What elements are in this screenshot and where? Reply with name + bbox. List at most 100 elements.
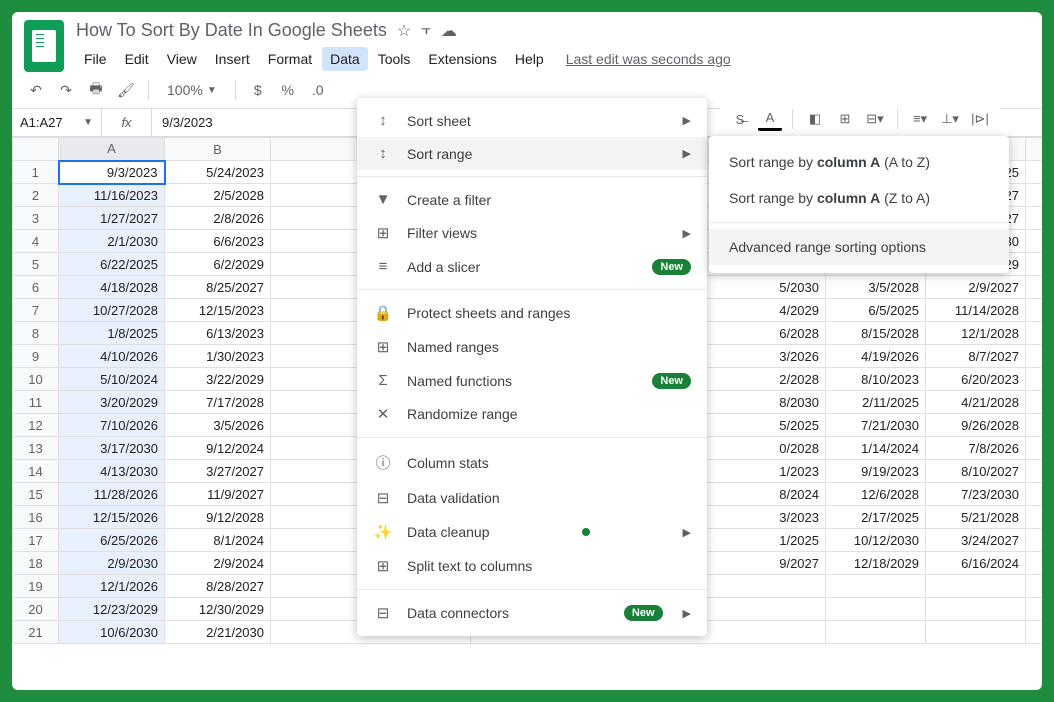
menu-item-create-a-filter[interactable]: ▼Create a filter <box>357 183 707 216</box>
cell[interactable]: 7/17/2028 <box>165 391 271 414</box>
cell[interactable]: 6/5/2025 <box>826 299 926 322</box>
cell[interactable]: 4/18/2028 <box>59 276 165 299</box>
cell[interactable]: 2/11/2025 <box>826 391 926 414</box>
undo-button[interactable]: ↶ <box>24 78 48 102</box>
menu-item-randomize-range[interactable]: ✕Randomize range <box>357 397 707 431</box>
cell[interactable]: 10/6/2030 <box>59 621 165 644</box>
cell[interactable]: 6/2/2029 <box>165 253 271 276</box>
cell[interactable]: 8/10/2027 <box>926 460 1026 483</box>
cell[interactable]: 12/23/2029 <box>59 598 165 621</box>
row-header[interactable]: 2 <box>13 184 59 207</box>
cell[interactable]: 3/1 <box>1026 276 1043 299</box>
menu-item-data-validation[interactable]: ⊟Data validation <box>357 481 707 515</box>
cell[interactable]: 2/9/2030 <box>59 552 165 575</box>
row-header[interactable]: 13 <box>13 437 59 460</box>
sort-range-az[interactable]: Sort range by column A (A to Z) <box>709 144 1009 180</box>
cell[interactable]: 3/22/2029 <box>165 368 271 391</box>
borders-button[interactable]: ⊞ <box>833 107 857 131</box>
cell[interactable]: 11/9/2027 <box>165 483 271 506</box>
cell[interactable]: 2/17/2025 <box>826 506 926 529</box>
cell[interactable]: 9/3/2023 <box>59 161 165 184</box>
cell[interactable]: 2/9/2027 <box>926 276 1026 299</box>
menu-tools[interactable]: Tools <box>370 47 419 71</box>
menu-insert[interactable]: Insert <box>207 47 258 71</box>
cell[interactable]: 2/1/2030 <box>59 230 165 253</box>
cell[interactable]: 1/27/2027 <box>59 207 165 230</box>
cell[interactable]: 5/2 <box>1026 253 1043 276</box>
cell[interactable]: 10/12/2030 <box>826 529 926 552</box>
menu-item-add-a-slicer[interactable]: ≡Add a slicerNew <box>357 250 707 283</box>
menu-item-split-text-to-columns[interactable]: ⊞Split text to columns <box>357 549 707 583</box>
cell[interactable]: 9/19/2023 <box>826 460 926 483</box>
row-header[interactable]: 17 <box>13 529 59 552</box>
cell[interactable]: 4/1 <box>1026 460 1043 483</box>
row-header[interactable]: 18 <box>13 552 59 575</box>
cell[interactable]: 7/10/2026 <box>59 414 165 437</box>
menu-edit[interactable]: Edit <box>117 47 157 71</box>
decimal-button[interactable]: .0 <box>306 78 330 102</box>
cell[interactable]: 8/28/2027 <box>165 575 271 598</box>
cell[interactable]: 4/19/2026 <box>826 345 926 368</box>
cell[interactable]: 5/10/2024 <box>59 368 165 391</box>
row-header[interactable]: 9 <box>13 345 59 368</box>
name-box[interactable]: A1:A27▼ <box>12 109 102 136</box>
cell[interactable]: 11/16/2023 <box>59 184 165 207</box>
row-header[interactable]: 20 <box>13 598 59 621</box>
cell[interactable]: 6/1 <box>1026 506 1043 529</box>
cell[interactable] <box>926 598 1026 621</box>
row-header[interactable]: 21 <box>13 621 59 644</box>
col-header[interactable]: B <box>165 138 271 161</box>
row-header[interactable]: 3 <box>13 207 59 230</box>
cell[interactable]: 7/21/2030 <box>826 414 926 437</box>
cell[interactable]: 12/30/2029 <box>165 598 271 621</box>
strikethrough-button[interactable]: S̶ <box>728 107 752 131</box>
cell[interactable]: 8/10/2023 <box>826 368 926 391</box>
cell[interactable]: 8/25/2027 <box>165 276 271 299</box>
cell[interactable]: 2/5/2028 <box>165 184 271 207</box>
cell[interactable]: 3/5/2026 <box>165 414 271 437</box>
row-header[interactable]: 8 <box>13 322 59 345</box>
cell[interactable]: 12/18/2029 <box>826 552 926 575</box>
cell[interactable]: 3/2 <box>1026 437 1043 460</box>
cell[interactable]: 3/20/2029 <box>59 391 165 414</box>
menu-data[interactable]: Data <box>322 47 368 71</box>
percent-button[interactable]: % <box>276 78 300 102</box>
col-header[interactable] <box>1026 138 1043 161</box>
cell[interactable]: 6/25/2026 <box>59 529 165 552</box>
menu-item-data-cleanup[interactable]: ✨Data cleanup▶ <box>357 515 707 549</box>
cell[interactable]: 9/12/2024 <box>165 437 271 460</box>
col-header[interactable]: A <box>59 138 165 161</box>
menu-help[interactable]: Help <box>507 47 552 71</box>
cell[interactable] <box>926 575 1026 598</box>
cell[interactable]: 7/23/2030 <box>926 483 1026 506</box>
zoom-select[interactable]: 100% ▼ <box>159 80 225 100</box>
menu-item-filter-views[interactable]: ⊞Filter views▶ <box>357 216 707 250</box>
cell[interactable]: 5/21/2028 <box>926 506 1026 529</box>
cell[interactable]: 6/13/2023 <box>165 322 271 345</box>
cell[interactable]: 8/15/2028 <box>826 322 926 345</box>
paint-format-button[interactable]: 🖌 <box>114 78 138 102</box>
cell[interactable]: 12/15/2023 <box>165 299 271 322</box>
cell[interactable]: 6/6/2023 <box>165 230 271 253</box>
row-header[interactable]: 5 <box>13 253 59 276</box>
cell[interactable]: 4/1 <box>1026 368 1043 391</box>
text-color-button[interactable]: A <box>758 107 782 131</box>
cell[interactable]: 6/22/2025 <box>59 253 165 276</box>
cell[interactable]: 2/9/2024 <box>165 552 271 575</box>
cell[interactable]: 6/16/2024 <box>926 552 1026 575</box>
menu-item-protect-sheets-and-ranges[interactable]: 🔒Protect sheets and ranges <box>357 296 707 330</box>
last-edit-link[interactable]: Last edit was seconds ago <box>566 47 731 71</box>
move-icon[interactable]: ⫟ <box>421 21 431 41</box>
cell[interactable]: 2/8/2026 <box>165 207 271 230</box>
cell[interactable]: 12/1/2028 <box>926 322 1026 345</box>
cell[interactable] <box>826 621 926 644</box>
cell[interactable]: 12/6/2028 <box>826 483 926 506</box>
cell[interactable]: 4/2 <box>1026 230 1043 253</box>
row-header[interactable]: 15 <box>13 483 59 506</box>
cell[interactable]: 6/1 <box>1026 529 1043 552</box>
row-header[interactable]: 1 <box>13 161 59 184</box>
cell[interactable]: 2/21/2030 <box>165 621 271 644</box>
menu-format[interactable]: Format <box>260 47 320 71</box>
cell[interactable]: 9/12/2028 <box>165 506 271 529</box>
valign-button[interactable]: ⊥▾ <box>938 107 962 131</box>
